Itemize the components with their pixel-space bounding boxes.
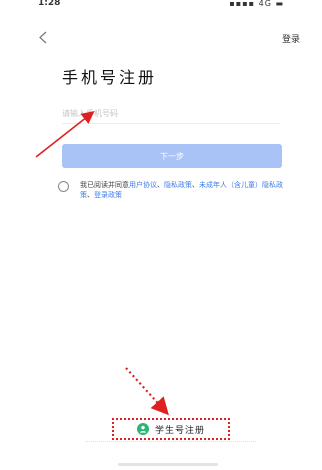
status-time: 1:28 [38,0,61,8]
agreement-sep-2: 、 [192,181,199,189]
next-step-button[interactable]: 下一步 [62,144,282,168]
back-chevron-icon [39,31,47,43]
login-link[interactable]: 登录 [282,32,300,45]
home-indicator [118,463,218,466]
status-bar: 1:28 ▪▪▪▪ 4G ▬ [0,0,322,14]
privacy-policy-link[interactable]: 隐私政策 [164,181,192,189]
annotation-overlay [35,111,169,416]
page-title: 手机号注册 [62,68,158,87]
agreement-row: 我已阅读并同意用户协议、隐私政策、未成年人（含儿童）隐私政策、登录政策 [58,180,288,204]
agreement-text: 我已阅读并同意用户协议、隐私政策、未成年人（含儿童）隐私政策、登录政策 [80,180,284,200]
agreement-sep-3: 、 [87,191,94,199]
agreement-sep-1: 、 [157,181,164,189]
login-policy-link[interactable]: 登录政策 [94,191,122,199]
agreement-prefix: 我已阅读并同意 [80,181,129,189]
user-agreement-link[interactable]: 用户协议 [129,181,157,189]
student-register-button[interactable]: 学生号注册 [112,418,230,440]
phone-number-input[interactable] [62,103,280,124]
back-button[interactable] [36,28,50,46]
student-register-label: 学生号注册 [154,425,205,436]
annotation-dotted-arrow-icon [125,367,169,416]
agreement-radio-unchecked-icon[interactable] [58,181,69,192]
footer-divider [86,441,256,448]
student-user-icon [136,423,149,435]
status-icons: ▪▪▪▪ 4G ▬ [229,0,284,8]
